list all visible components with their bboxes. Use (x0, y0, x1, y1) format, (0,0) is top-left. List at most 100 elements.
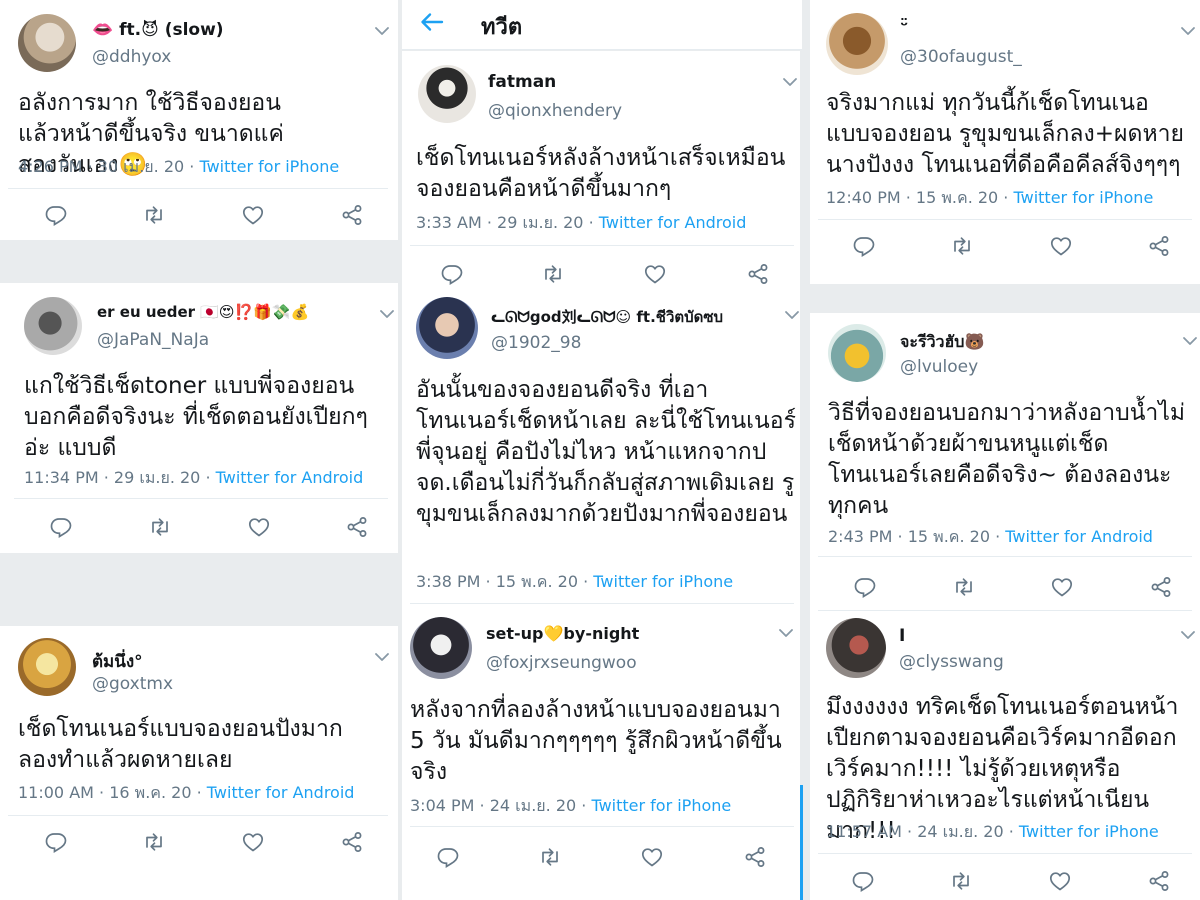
display-name[interactable]: set-up💛by-night (486, 624, 639, 643)
retweet-icon[interactable] (541, 262, 565, 286)
source-link[interactable]: Twitter for Android (599, 213, 747, 232)
tweet-card[interactable]: set-up💛by-night @foxjrxseungwoo หลังจากท… (402, 603, 800, 900)
tweet-card[interactable]: ᓚᘏᗢgod刘ᓚᘏᗢ☺ ft.ชีวิตบัดซบ @1902_98 อันนั… (402, 291, 800, 603)
app-header (402, 0, 802, 50)
share-icon[interactable] (1147, 869, 1171, 893)
avatar[interactable] (418, 65, 476, 123)
tweet-card[interactable]: I @clysswang มึงงงงงง ทริคเช็ดโทนเนอร์ตอ… (810, 610, 1200, 900)
reply-icon[interactable] (44, 203, 68, 227)
handle[interactable]: @30ofaugust_ (900, 47, 1022, 67)
source-link[interactable]: Twitter for iPhone (1013, 188, 1153, 207)
divider (8, 815, 388, 816)
tweet-text: อันนั้นของจองยอนดีจริง ที่เอาโทนเนอร์เช็… (416, 377, 796, 527)
chevron-down-icon[interactable] (1180, 629, 1196, 641)
chevron-down-icon[interactable] (784, 309, 800, 321)
reply-icon[interactable] (44, 830, 68, 854)
like-icon[interactable] (1050, 575, 1074, 599)
retweet-icon[interactable] (538, 845, 562, 869)
source-link[interactable]: Twitter for Android (207, 783, 355, 802)
chevron-down-icon[interactable] (374, 25, 390, 37)
like-icon[interactable] (241, 203, 265, 227)
source-link[interactable]: Twitter for iPhone (591, 796, 731, 815)
share-icon[interactable] (1149, 575, 1173, 599)
source-link[interactable]: Twitter for iPhone (1019, 822, 1159, 841)
tweet-card[interactable]: ᵕ̈ @30ofaugust_ จริงมากแม่ ทุกวันนี้ก้เช… (810, 0, 1200, 284)
handle[interactable]: @goxtmx (92, 674, 173, 694)
avatar[interactable] (24, 297, 82, 355)
avatar[interactable] (18, 14, 76, 72)
retweet-icon[interactable] (148, 515, 172, 539)
like-icon[interactable] (247, 515, 271, 539)
like-icon[interactable] (1048, 869, 1072, 893)
handle[interactable]: @1902_98 (491, 333, 581, 353)
timestamp: 3:38 PM · 15 พ.ค. 20 · (416, 572, 594, 591)
share-icon[interactable] (345, 515, 369, 539)
display-name[interactable]: I (899, 626, 905, 646)
handle[interactable]: @JaPaN_NaJa (97, 330, 209, 350)
scrollbar[interactable] (800, 785, 803, 900)
divider (410, 245, 794, 246)
timestamp: 3:04 PM · 24 เม.ย. 20 · (410, 796, 592, 815)
avatar[interactable] (18, 638, 76, 696)
display-name[interactable]: er eu ueder 🇯🇵😍⁉️🎁💸💰 (97, 303, 309, 321)
share-icon[interactable] (743, 845, 767, 869)
like-icon[interactable] (640, 845, 664, 869)
divider (8, 188, 388, 189)
tweet-card[interactable]: ต้มนึ่ง° @goxtmx เช็ดโทนเนอร์แบบจองยอนปั… (0, 626, 398, 900)
divider (818, 610, 1192, 611)
retweet-icon[interactable] (142, 203, 166, 227)
chevron-down-icon[interactable] (782, 76, 798, 88)
handle[interactable]: @qionxhendery (488, 101, 622, 121)
reply-icon[interactable] (852, 234, 876, 258)
display-name[interactable]: ᵕ̈ (900, 16, 908, 36)
tweet-meta: 12:40 PM · 15 พ.ค. 20 · Twitter for iPho… (826, 186, 1153, 211)
handle[interactable]: @lvuloey (900, 357, 978, 377)
tweet-card[interactable]: จะรีวิวฮับ🐻 @lvuloey วิธีที่จองยอนบอกมาว… (810, 313, 1200, 610)
display-name[interactable]: ต้มนึ่ง° (92, 648, 143, 675)
display-name[interactable]: 👄 ft.😈 (slow) (92, 20, 224, 40)
avatar[interactable] (828, 324, 886, 382)
handle[interactable]: @ddhyox (92, 47, 171, 67)
display-name[interactable]: fatman (488, 72, 556, 92)
chevron-down-icon[interactable] (778, 627, 794, 639)
like-icon[interactable] (241, 830, 265, 854)
share-icon[interactable] (340, 203, 364, 227)
timestamp: 2:43 PM · 15 พ.ค. 20 · (828, 527, 1006, 546)
retweet-icon[interactable] (949, 869, 973, 893)
share-icon[interactable] (340, 830, 364, 854)
source-link[interactable]: Twitter for iPhone (199, 157, 339, 176)
retweet-icon[interactable] (950, 234, 974, 258)
tweet-meta: 11:34 PM · 29 เม.ย. 20 · Twitter for And… (24, 466, 363, 491)
avatar[interactable] (826, 618, 886, 678)
like-icon[interactable] (1049, 234, 1073, 258)
reply-icon[interactable] (49, 515, 73, 539)
retweet-icon[interactable] (952, 575, 976, 599)
tweet-meta: 4:26 PM · 30 เม.ย. 20 · Twitter for iPho… (18, 155, 339, 180)
tweet-card[interactable]: er eu ueder 🇯🇵😍⁉️🎁💸💰 @JaPaN_NaJa แกใช้วิ… (0, 283, 398, 553)
avatar[interactable] (416, 297, 478, 359)
share-icon[interactable] (1147, 234, 1171, 258)
avatar[interactable] (410, 617, 472, 679)
reply-icon[interactable] (851, 869, 875, 893)
back-arrow-icon[interactable] (418, 8, 446, 36)
like-icon[interactable] (643, 262, 667, 286)
chevron-down-icon[interactable] (1180, 25, 1196, 37)
chevron-down-icon[interactable] (1182, 335, 1198, 347)
display-name[interactable]: จะรีวิวฮับ🐻 (900, 330, 984, 355)
reply-icon[interactable] (853, 575, 877, 599)
tweet-card[interactable]: 👄 ft.😈 (slow) @ddhyox อลังการมาก ใช้วิธี… (0, 0, 398, 240)
chevron-down-icon[interactable] (379, 308, 395, 320)
handle[interactable]: @foxjrxseungwoo (486, 653, 637, 673)
chevron-down-icon[interactable] (374, 651, 390, 663)
handle[interactable]: @clysswang (899, 652, 1004, 672)
source-link[interactable]: Twitter for iPhone (593, 572, 733, 591)
reply-icon[interactable] (440, 262, 464, 286)
reply-icon[interactable] (436, 845, 460, 869)
display-name[interactable]: ᓚᘏᗢgod刘ᓚᘏᗢ☺ ft.ชีวิตบัดซบ (491, 305, 723, 329)
share-icon[interactable] (746, 262, 770, 286)
tweet-card[interactable]: fatman @qionxhendery เช็ดโทนเนอร์หลังล้า… (402, 51, 800, 291)
source-link[interactable]: Twitter for Android (216, 468, 364, 487)
retweet-icon[interactable] (142, 830, 166, 854)
source-link[interactable]: Twitter for Android (1005, 527, 1153, 546)
avatar[interactable] (826, 13, 888, 75)
